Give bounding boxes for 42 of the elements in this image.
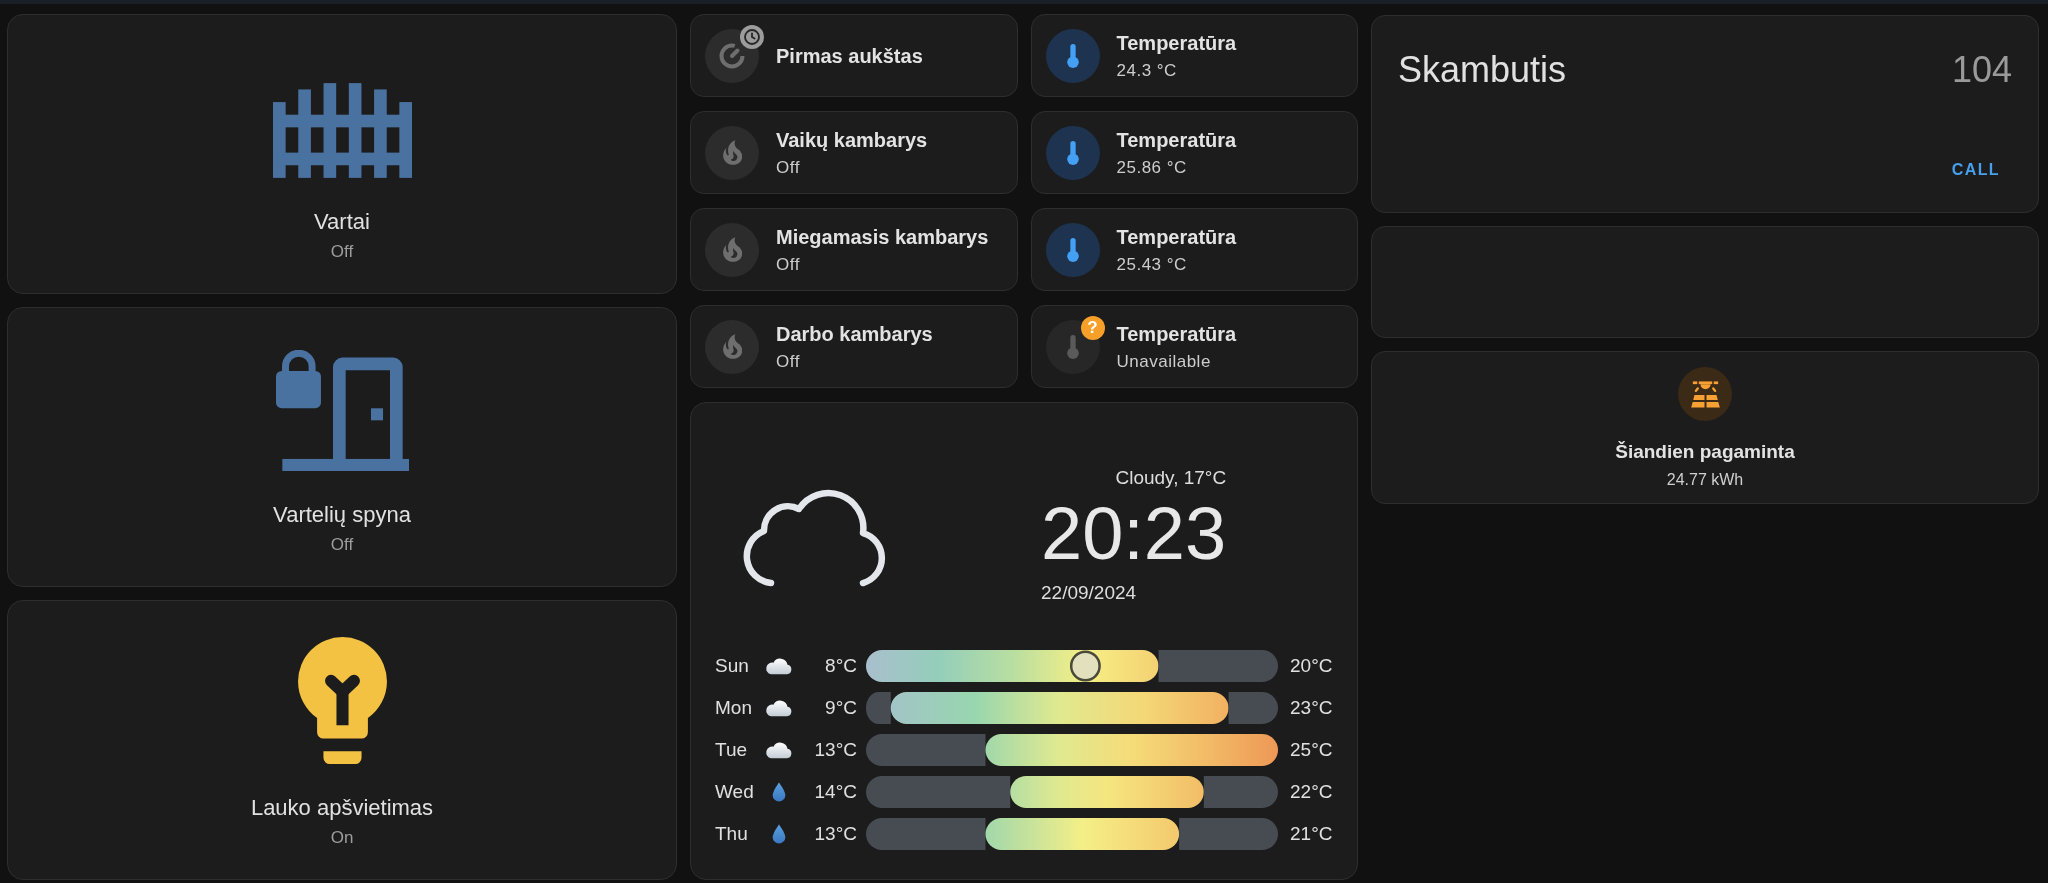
temperature-track xyxy=(866,692,891,724)
extension-number: 104 xyxy=(1951,48,2012,92)
date-text: 22/09/2024 xyxy=(1041,581,1137,605)
forecast-high: 22°C xyxy=(1290,781,1334,803)
heater-tile[interactable]: Vaikų kambarys Off xyxy=(690,111,1018,194)
raindrop-icon xyxy=(772,782,786,802)
energy-tile[interactable]: Šiandien pagaminta 24.77 kWh xyxy=(1371,351,2039,504)
forecast-low: 14°C xyxy=(814,781,857,803)
cloud-icon xyxy=(765,657,793,675)
forecast-high: 21°C xyxy=(1290,823,1334,845)
forecast-low: 13°C xyxy=(814,823,857,845)
cloud-icon xyxy=(765,741,793,759)
forecast-low: 13°C xyxy=(814,739,857,761)
temperature-tile[interactable]: ? Temperatūra Unavailable xyxy=(1030,305,1358,388)
forecast-day: Tue xyxy=(715,739,761,761)
forecast-high: 25°C xyxy=(1290,739,1334,761)
forecast-day: Sun xyxy=(715,655,761,677)
weather-condition: Cloudy, 17°C xyxy=(1115,466,1227,490)
raindrop-icon xyxy=(772,824,786,844)
unavailable-badge: ? xyxy=(1080,315,1105,340)
call-button[interactable]: CALL xyxy=(1939,152,2012,188)
forecast-low: 8°C xyxy=(825,655,857,677)
forecast-day: Thu xyxy=(715,823,761,845)
forecast-high: 23°C xyxy=(1290,697,1334,719)
clock-icon xyxy=(740,24,764,49)
temperature-tile[interactable]: Temperatūra 24.3 °C xyxy=(1030,14,1358,97)
gate-button[interactable]: Vartai Off xyxy=(7,14,677,294)
door-lock-button[interactable]: Vartelių spyna Off xyxy=(7,307,677,587)
solar-panel-icon xyxy=(1678,367,1732,421)
heater-tile[interactable]: Miegamasis kambarys Off xyxy=(690,208,1018,291)
forecast-high: 20°C xyxy=(1290,655,1334,677)
cloud-icon xyxy=(765,699,793,717)
temperature-tile[interactable]: Temperatūra 25.86 °C xyxy=(1030,111,1358,194)
thermostat-tile[interactable]: Pirmas aukštas xyxy=(690,14,1018,97)
heater-tile[interactable]: Darbo kambarys Off xyxy=(690,305,1018,388)
temperature-tile[interactable]: Temperatūra 25.43 °C xyxy=(1030,208,1358,291)
clock-time: 20:23 xyxy=(1041,494,1227,574)
card-title: Skambutis xyxy=(1398,48,1567,92)
forecast-low: 9°C xyxy=(825,697,857,719)
light-button[interactable]: Lauko apšvietimas On xyxy=(7,600,677,880)
forecast-day: Wed xyxy=(715,781,761,803)
forecast-day: Mon xyxy=(715,697,761,719)
